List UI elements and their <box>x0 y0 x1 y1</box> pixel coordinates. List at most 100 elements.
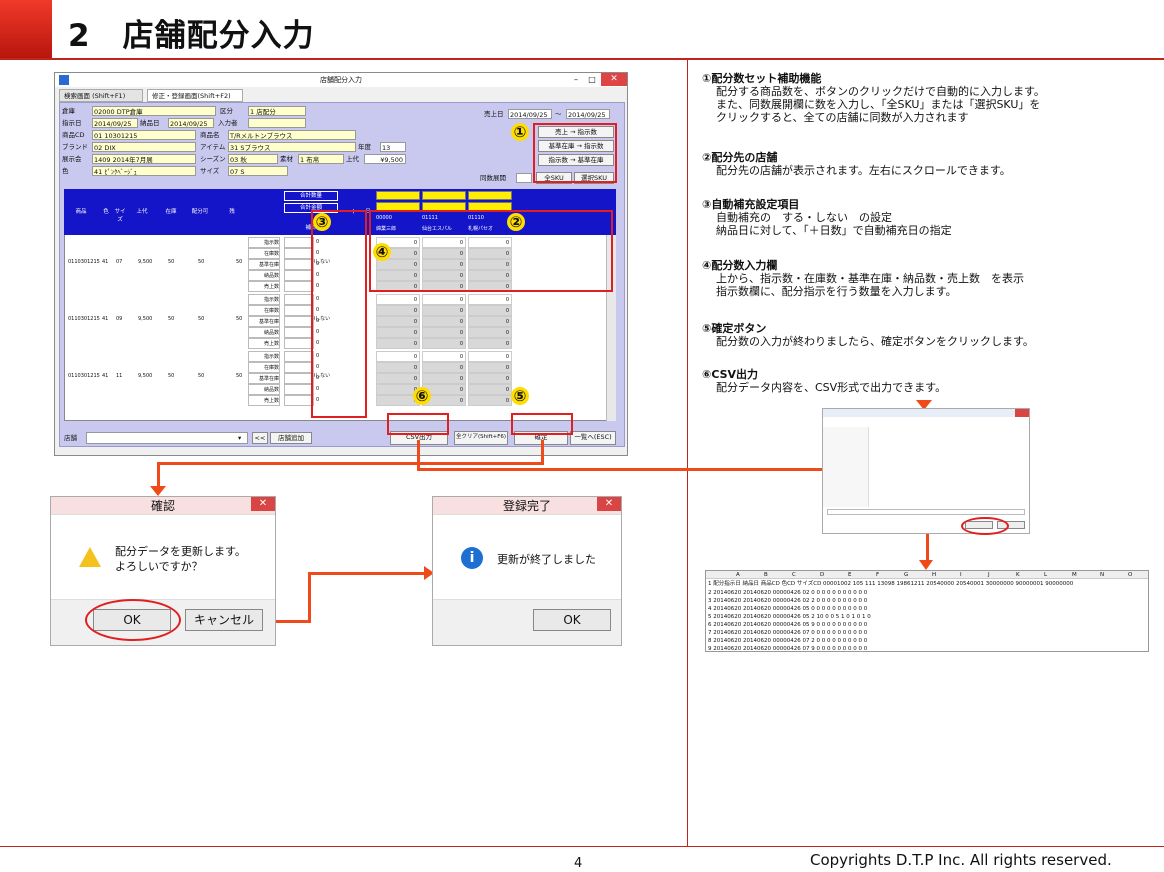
store-cell: 0 <box>468 395 512 406</box>
column-letter: A <box>736 572 740 578</box>
store-total-qty-2 <box>468 191 512 200</box>
sales-date-from[interactable]: 2014/09/25 <box>508 109 552 119</box>
row-total <box>284 327 314 338</box>
sheet-row: 5 20140620 20140620 00000426 05 2 10 0 0… <box>708 614 871 620</box>
marker-3: ③ <box>313 213 331 231</box>
size-field: 07 S <box>228 166 288 176</box>
back-to-list-button[interactable]: 一覧へ(ESC) <box>570 431 616 445</box>
delivery-date-field[interactable]: 2014/09/25 <box>168 118 214 128</box>
store-cell[interactable]: 0 <box>468 351 512 362</box>
brand-field: 02 DIX <box>92 142 196 152</box>
column-header-row: A B C D E F G H I J K L M N O <box>706 571 1148 579</box>
store-cell: 0 <box>422 338 466 349</box>
row-total <box>284 373 314 384</box>
info-icon: i <box>461 547 483 569</box>
group-size: 07 <box>116 259 123 265</box>
row-label: 基準在庫 <box>248 373 280 384</box>
expand-count-field[interactable] <box>516 173 532 183</box>
expand-label: 同数展開 <box>480 174 506 182</box>
row-label: 売上数 <box>248 395 280 406</box>
description-title: ⑥CSV出力 <box>702 368 759 381</box>
filename-field[interactable] <box>827 509 1025 515</box>
store-cell: 0 <box>468 384 512 395</box>
group-available: 50 <box>198 259 205 265</box>
warehouse-field[interactable]: 02000 DTP倉庫 <box>92 106 216 116</box>
add-store-button[interactable]: 店舗追加 <box>270 432 312 444</box>
confirm-dialog-title: 確認 <box>51 497 275 515</box>
clear-all-button[interactable]: 全クリア(Shift+F6) <box>454 431 508 445</box>
group-color: 41 <box>102 373 109 379</box>
highlight-2 <box>369 210 613 292</box>
product-cd-label: 商品CD <box>62 131 85 139</box>
tab-search[interactable]: 検索画面 (Shift+F1) <box>59 89 143 102</box>
cancel-button[interactable]: キャンセル <box>185 609 263 631</box>
group-available: 50 <box>198 316 205 322</box>
row-total <box>284 270 314 281</box>
description-title: ①配分数セット補助機能 <box>702 72 822 85</box>
store-cell: 0 <box>376 327 420 338</box>
year-label: 年度 <box>358 143 371 151</box>
store-select[interactable] <box>86 432 248 444</box>
store-cell[interactable]: 0 <box>376 294 420 305</box>
warehouse-label: 倉庫 <box>62 107 75 115</box>
order-date-field[interactable]: 2014/09/25 <box>92 118 138 128</box>
description-line: 納品日に対して、「＋日数」で自動補充日の指定 <box>716 224 952 237</box>
description-title: ②配分先の店舗 <box>702 151 778 164</box>
group-stock: 50 <box>168 316 175 322</box>
highlight-1 <box>533 123 617 183</box>
csv-spreadsheet: A B C D E F G H I J K L M N O 1 配分指示日 納品日 商品CD 色CD サイズ… <box>705 570 1149 652</box>
category-field[interactable]: 1 店配分 <box>248 106 306 116</box>
row-label: 売上数 <box>248 338 280 349</box>
group-stock: 50 <box>168 373 175 379</box>
close-icon[interactable] <box>1015 409 1029 417</box>
sheet-row: 7 20140620 20140620 00000426 07 0 0 0 0 … <box>708 630 868 636</box>
chevron-down-icon[interactable]: ▾ <box>238 433 241 443</box>
sheet-row: 2 20140620 20140620 00000426 02 0 0 0 0 … <box>708 590 868 596</box>
prev-store-button[interactable]: << <box>252 432 268 444</box>
group-product: 0110301215 <box>68 373 100 379</box>
inputter-label: 入力者 <box>218 119 238 127</box>
close-icon[interactable]: ✕ <box>251 497 275 511</box>
description-item: ⑥CSV出力 配分データ内容を、CSV形式で出力できます。 <box>702 368 946 394</box>
item-field: 31 Sブラウス <box>228 142 356 152</box>
row-label: 指示数 <box>248 237 280 248</box>
done-ok-button[interactable]: OK <box>533 609 611 631</box>
group-price: 9,500 <box>138 316 153 322</box>
column-letter: F <box>876 572 880 578</box>
header-available: 配分可 <box>188 207 212 215</box>
tab-edit[interactable]: 修正・登録画面(Shift+F2) <box>147 89 243 102</box>
marker-1: ① <box>511 123 529 141</box>
store-cell[interactable]: 0 <box>422 351 466 362</box>
close-icon[interactable]: ✕ <box>597 497 621 511</box>
column-letter: M <box>1072 572 1077 578</box>
confirm-dialog: 確認 ✕ 配分データを更新します。 よろしいですか？ OK キャンセル <box>50 496 276 646</box>
store-cell: 0 <box>468 362 512 373</box>
inputter-field[interactable] <box>248 118 306 128</box>
sheet-header-row: 1 配分指示日 納品日 商品CD 色CD サイズCD 00001002 105 … <box>708 581 1074 587</box>
store-cell: 0 <box>422 373 466 384</box>
store-cell[interactable]: 0 <box>376 351 420 362</box>
column-letter: K <box>1016 572 1020 578</box>
column-letter: D <box>820 572 825 578</box>
material-field: 1 布帛 <box>298 154 344 164</box>
product-cd-field[interactable]: 01 10301215 <box>92 130 196 140</box>
item-label: アイテム <box>200 143 226 151</box>
maximize-icon[interactable]: □ <box>585 73 599 86</box>
sales-date-to[interactable]: 2014/09/25 <box>566 109 610 119</box>
confirm-message-2: よろしいですか？ <box>115 560 203 573</box>
store-cell[interactable]: 0 <box>422 294 466 305</box>
app-icon <box>59 75 69 85</box>
column-letter: C <box>792 572 796 578</box>
arrow-ok-up <box>308 572 311 623</box>
close-icon[interactable]: ✕ <box>601 73 627 86</box>
expo-field: 1409 2014年7月展 <box>92 154 196 164</box>
store-cell[interactable]: 0 <box>468 294 512 305</box>
group-available: 50 <box>198 373 205 379</box>
group-size: 11 <box>116 373 123 379</box>
row-label: 納品数 <box>248 270 280 281</box>
description-item: ④配分数入力欄 上から、指示数・在庫数・基準在庫・納品数・売上数 を表示 指示数欄に… <box>702 259 1024 298</box>
description-title: ③自動補充設定項目 <box>702 198 800 211</box>
marker-6: ⑥ <box>413 387 431 405</box>
store-cell: 0 <box>468 305 512 316</box>
minimize-icon[interactable]: – <box>569 73 583 86</box>
